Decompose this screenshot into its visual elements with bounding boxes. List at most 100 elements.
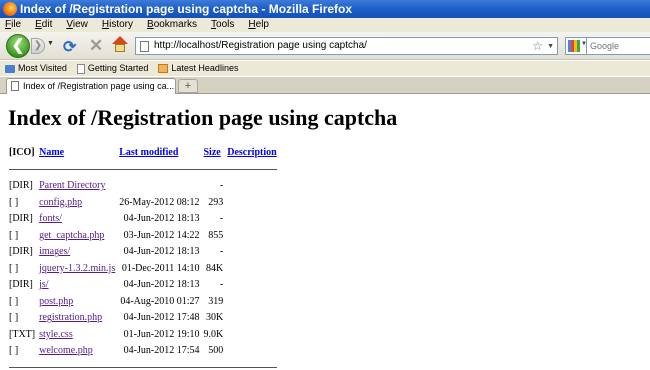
last-modified: [117, 178, 201, 195]
file-type-icon: [ ]: [9, 312, 19, 324]
table-row: [ ] jquery-1.3.2.min.js 01-Dec-2011 14:10 8…: [7, 260, 279, 277]
header-separator: [7, 161, 279, 178]
home-wall: [115, 44, 125, 52]
file-name-cell: fonts/: [37, 211, 117, 228]
file-link[interactable]: registration.php: [39, 312, 102, 323]
last-modified: 04-Jun-2012 18:13: [123, 279, 200, 291]
file-link[interactable]: images/: [39, 246, 70, 257]
menu-history[interactable]: History: [102, 18, 133, 32]
tab-active[interactable]: Index of /Registration page using ca...: [6, 78, 176, 94]
file-size: -: [219, 213, 224, 225]
page-heading: Index of /Registration page using captch…: [8, 105, 398, 130]
search-box[interactable]: [586, 37, 650, 55]
file-link[interactable]: post.php: [39, 296, 73, 307]
file-link[interactable]: jquery-1.3.2.min.js: [39, 263, 115, 274]
file-type-icon: [TXT]: [9, 328, 36, 340]
column-icon-header: [ICO]: [9, 147, 35, 158]
last-modified: 03-Jun-2012 14:22: [123, 229, 200, 241]
rss-feed-icon: [158, 64, 169, 73]
file-size: 500: [208, 345, 224, 357]
listing-body: [DIR] Parent Directory - [ ] config.php 26-Ma…: [7, 178, 279, 360]
table-row: [ ] post.php 04-Aug-2010 01:27 319: [7, 293, 279, 310]
last-modified: 01-Jun-2012 19:10: [123, 328, 200, 340]
file-type-icon: [DIR]: [9, 180, 33, 192]
horizontal-rule: [9, 168, 277, 170]
bookmark-label: Latest Headlines: [171, 63, 239, 73]
menu-view[interactable]: View: [66, 18, 88, 32]
menu-tools[interactable]: Tools: [211, 18, 234, 32]
sort-by-size-link[interactable]: Size: [204, 147, 221, 158]
menu-bookmarks[interactable]: Bookmarks: [147, 18, 197, 32]
description: [225, 293, 278, 310]
description: [225, 277, 278, 294]
file-size: 855: [208, 229, 224, 241]
listing-header-row: [ICO] Name Last modified Size Descriptio…: [7, 144, 279, 161]
description: [225, 178, 278, 195]
file-link[interactable]: js/: [39, 279, 48, 290]
description: [225, 326, 278, 343]
window-titlebar[interactable]: Index of /Registration page using captch…: [0, 0, 650, 18]
new-tab-button[interactable]: +: [178, 79, 198, 93]
url-bar[interactable]: http://localhost/Registration page using…: [135, 37, 558, 55]
sort-by-name-link[interactable]: Name: [39, 147, 64, 158]
home-icon[interactable]: [112, 36, 128, 54]
file-type-icon: [ ]: [9, 262, 19, 274]
last-modified: 04-Jun-2012 17:48: [123, 312, 200, 324]
forward-button[interactable]: ❯: [31, 38, 45, 54]
sort-by-description-link[interactable]: Description: [227, 147, 276, 158]
menu-edit[interactable]: Edit: [35, 18, 52, 32]
file-name-cell: post.php: [37, 293, 117, 310]
file-name-cell: jquery-1.3.2.min.js: [37, 260, 117, 277]
bookmark-label: Getting Started: [87, 63, 149, 73]
description: [225, 194, 278, 211]
page-icon: [140, 41, 149, 52]
file-link[interactable]: welcome.php: [39, 345, 93, 356]
description: [225, 310, 278, 327]
stop-icon[interactable]: ✕: [89, 36, 103, 56]
bookmark-star-icon[interactable]: ☆: [532, 38, 543, 54]
file-link[interactable]: fonts/: [39, 213, 62, 224]
bookmark-getting-started[interactable]: Getting Started: [76, 61, 149, 76]
forward-arrow-icon: ❯: [33, 40, 43, 51]
reload-icon[interactable]: ⟳: [63, 37, 76, 57]
home-roof: [112, 36, 128, 44]
file-name-cell: Parent Directory: [37, 178, 117, 195]
back-button[interactable]: ❮: [6, 34, 30, 58]
file-size: -: [219, 180, 224, 192]
search-engine-selector[interactable]: ▼: [565, 37, 587, 55]
tab-strip: Index of /Registration page using ca... …: [0, 77, 650, 94]
window-title: Index of /Registration page using captch…: [20, 2, 353, 16]
navigation-toolbar: ❮ ❯ ▼ ⟳ ✕ http://localhost/Registration …: [0, 32, 650, 60]
bookmarks-toolbar: Most Visited Getting Started Latest Head…: [0, 61, 650, 76]
last-modified: 04-Aug-2010 01:27: [120, 295, 200, 307]
last-modified: 04-Jun-2012 18:13: [123, 213, 200, 225]
page-icon: [76, 63, 85, 74]
file-name-cell: registration.php: [37, 310, 117, 327]
file-link[interactable]: style.css: [39, 329, 73, 340]
menu-file[interactable]: File: [5, 18, 21, 32]
table-row: [DIR] images/04-Jun-2012 18:13 -: [7, 244, 279, 261]
bookmark-most-visited[interactable]: Most Visited: [5, 61, 67, 76]
file-name-cell: welcome.php: [37, 343, 117, 360]
search-input[interactable]: [587, 38, 650, 54]
file-link[interactable]: Parent Directory: [39, 180, 105, 191]
last-modified: 01-Dec-2011 14:10: [121, 262, 200, 274]
description: [225, 244, 278, 261]
firefox-logo-icon: [3, 2, 17, 16]
last-modified: 26-May-2012 08:12: [119, 196, 200, 208]
bookmark-latest-headlines[interactable]: Latest Headlines: [158, 61, 238, 76]
last-modified: 04-Jun-2012 18:13: [123, 246, 200, 258]
file-link[interactable]: get_captcha.php: [39, 230, 104, 241]
url-dropdown-icon[interactable]: ▼: [547, 39, 554, 55]
file-link[interactable]: config.php: [39, 197, 82, 208]
sort-by-modified-link[interactable]: Last modified: [119, 147, 178, 158]
table-row: [ ] welcome.php 04-Jun-2012 17:54 500: [7, 343, 279, 360]
menu-help[interactable]: Help: [248, 18, 269, 32]
file-name-cell: get_captcha.php: [37, 227, 117, 244]
file-type-icon: [DIR]: [9, 279, 33, 291]
file-name-cell: images/: [37, 244, 117, 261]
table-row: [ ] get_captcha.php 03-Jun-2012 14:22 855: [7, 227, 279, 244]
history-dropdown-icon[interactable]: ▼: [47, 40, 54, 47]
directory-listing: [ICO] Name Last modified Size Descriptio…: [7, 144, 279, 370]
page-icon: [11, 81, 19, 91]
